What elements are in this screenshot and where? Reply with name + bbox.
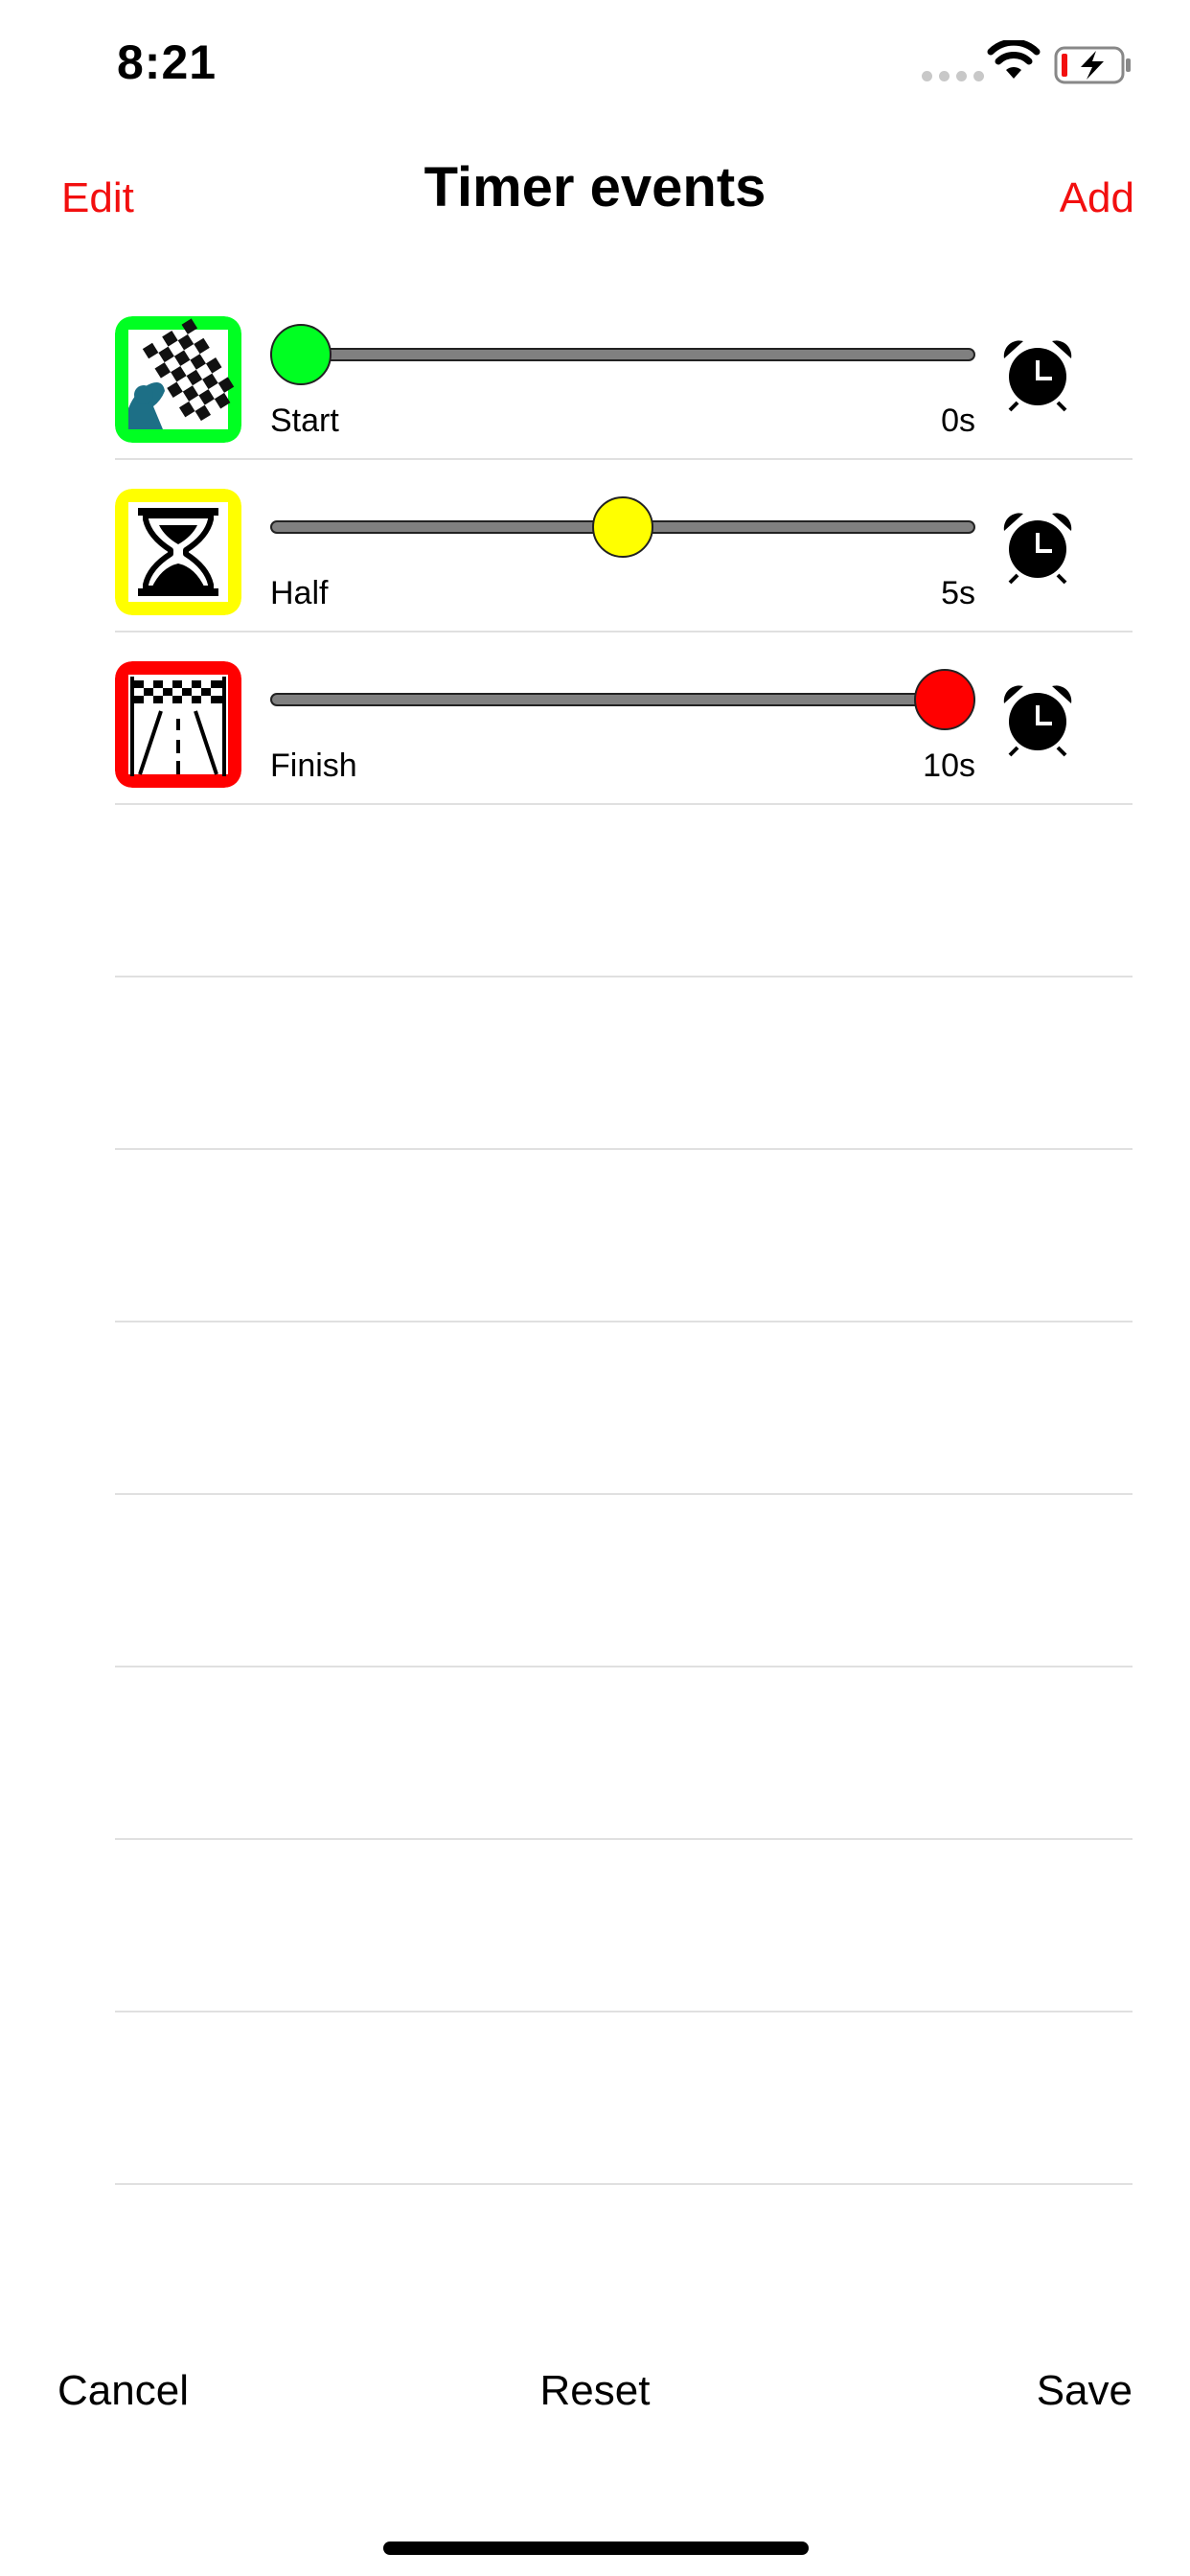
event-row-half[interactable]: Half 5s [115,460,1133,632]
empty-table-row [115,805,1133,978]
wifi-icon [987,40,1041,79]
event-time-slider[interactable] [270,496,975,558]
empty-table-row [115,1495,1133,1668]
event-time-slider[interactable] [270,324,975,385]
event-label: Finish [270,748,357,784]
event-time-value: 0s [941,402,975,439]
empty-table-row [115,2012,1133,2185]
cellular-signal-icon [922,71,984,81]
slider-thumb[interactable] [914,669,975,730]
status-bar: 8:21 [0,0,1190,134]
page-title: Timer events [423,156,767,218]
slider-thumb[interactable] [592,496,653,558]
slider-thumb[interactable] [270,324,332,385]
timer-events-table: Start 0s Half 5s Finish 10s [115,288,1133,2185]
navigation-bar: Edit Timer events Add [0,134,1190,278]
alarm-clock-icon[interactable] [1000,508,1075,585]
add-button[interactable]: Add [1060,174,1134,222]
empty-table-row [115,1150,1133,1322]
save-button[interactable]: Save [1037,2367,1133,2415]
slider-track[interactable] [270,693,975,706]
event-label: Half [270,575,329,611]
bottom-toolbar: Cancel Reset Save [0,2367,1190,2444]
empty-table-row [115,1668,1133,1840]
event-time-value: 5s [941,575,975,611]
event-time-slider[interactable] [270,669,975,730]
race-start-flag-icon [115,316,241,443]
reset-button[interactable]: Reset [540,2367,651,2414]
alarm-clock-icon[interactable] [1000,335,1075,412]
empty-table-row [115,1840,1133,2012]
status-time: 8:21 [117,35,217,89]
event-row-finish[interactable]: Finish 10s [115,632,1133,805]
hourglass-icon [115,489,241,615]
home-indicator[interactable] [383,2542,809,2555]
battery-charging-icon [1054,46,1131,84]
empty-table-row [115,1322,1133,1495]
event-time-value: 10s [923,748,975,784]
event-label: Start [270,402,339,439]
alarm-clock-icon[interactable] [1000,680,1075,757]
event-row-start[interactable]: Start 0s [115,288,1133,460]
empty-table-row [115,978,1133,1150]
slider-track[interactable] [270,348,975,361]
cancel-button[interactable]: Cancel [57,2367,189,2415]
finish-line-icon [115,661,241,788]
